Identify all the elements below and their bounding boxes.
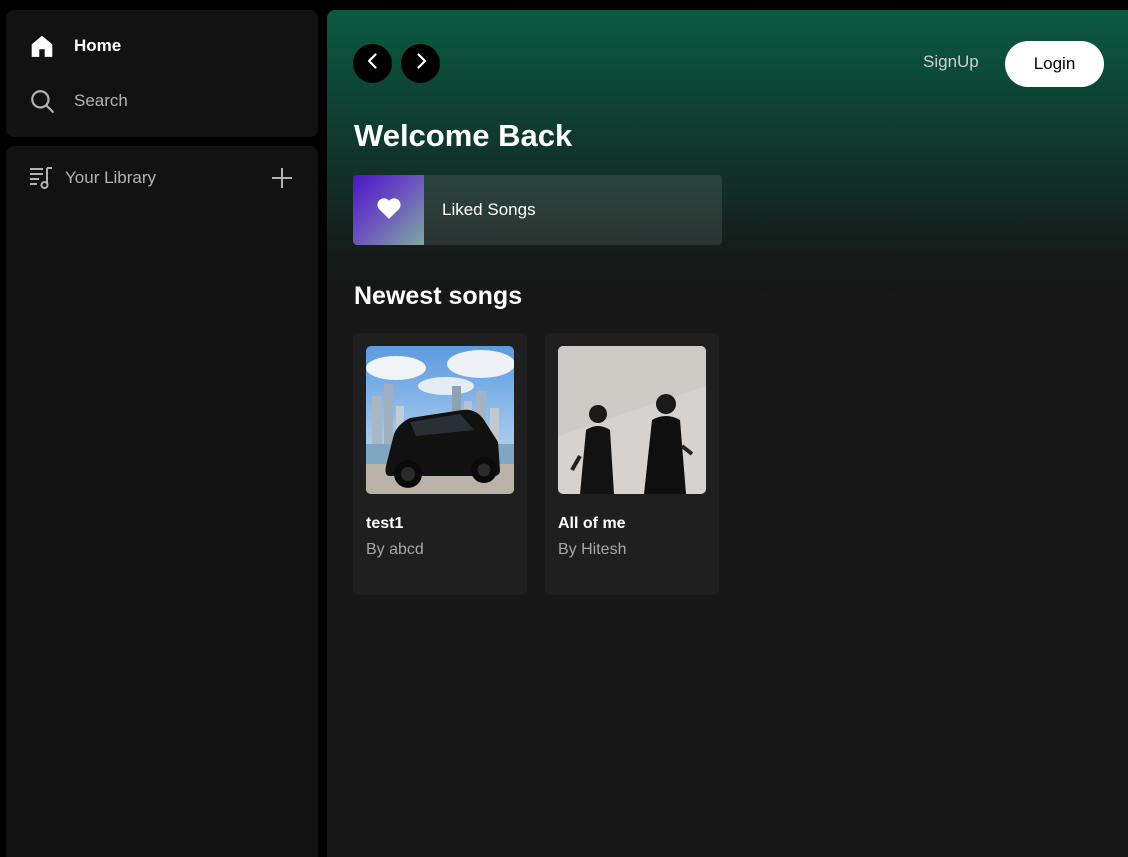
song-card[interactable]: All of me By Hitesh — [545, 333, 719, 595]
sidebar-nav: Home Search — [6, 10, 318, 137]
liked-songs-art — [353, 175, 424, 245]
liked-songs-item[interactable]: Liked Songs — [353, 175, 722, 245]
library-icon — [28, 165, 54, 191]
liked-songs-label: Liked Songs — [442, 200, 536, 219]
chevron-right-icon — [412, 52, 430, 75]
song-title: All of me — [558, 515, 626, 532]
library-panel: Your Library — [6, 146, 318, 857]
song-artist: By abcd — [366, 541, 424, 558]
home-icon — [28, 32, 56, 60]
sidebar-item-label: Search — [74, 91, 128, 110]
song-cover-image — [558, 346, 706, 494]
song-card[interactable]: test1 By abcd — [353, 333, 527, 595]
sidebar-item-home[interactable]: Home — [6, 26, 318, 66]
search-icon — [28, 87, 56, 115]
plus-icon[interactable] — [270, 166, 294, 190]
section-title: Newest songs — [354, 282, 523, 310]
heart-icon — [376, 196, 402, 225]
app-window: Home Search Your Library SignUp Login We… — [0, 0, 1128, 857]
song-artist: By Hitesh — [558, 541, 627, 558]
login-button[interactable]: Login — [1005, 41, 1104, 87]
song-cover-image — [366, 346, 514, 494]
signup-link[interactable]: SignUp — [923, 52, 979, 72]
forward-button[interactable] — [401, 44, 440, 83]
song-title: test1 — [366, 515, 404, 532]
sidebar-item-label: Home — [74, 36, 122, 55]
library-header[interactable]: Your Library — [6, 162, 318, 194]
main-content: SignUp Login Welcome Back Liked Songs Ne… — [327, 10, 1128, 857]
chevron-left-icon — [364, 52, 382, 75]
library-label: Your Library — [65, 168, 157, 187]
sidebar-item-search[interactable]: Search — [6, 81, 318, 121]
page-title: Welcome Back — [354, 118, 573, 153]
back-button[interactable] — [353, 44, 392, 83]
